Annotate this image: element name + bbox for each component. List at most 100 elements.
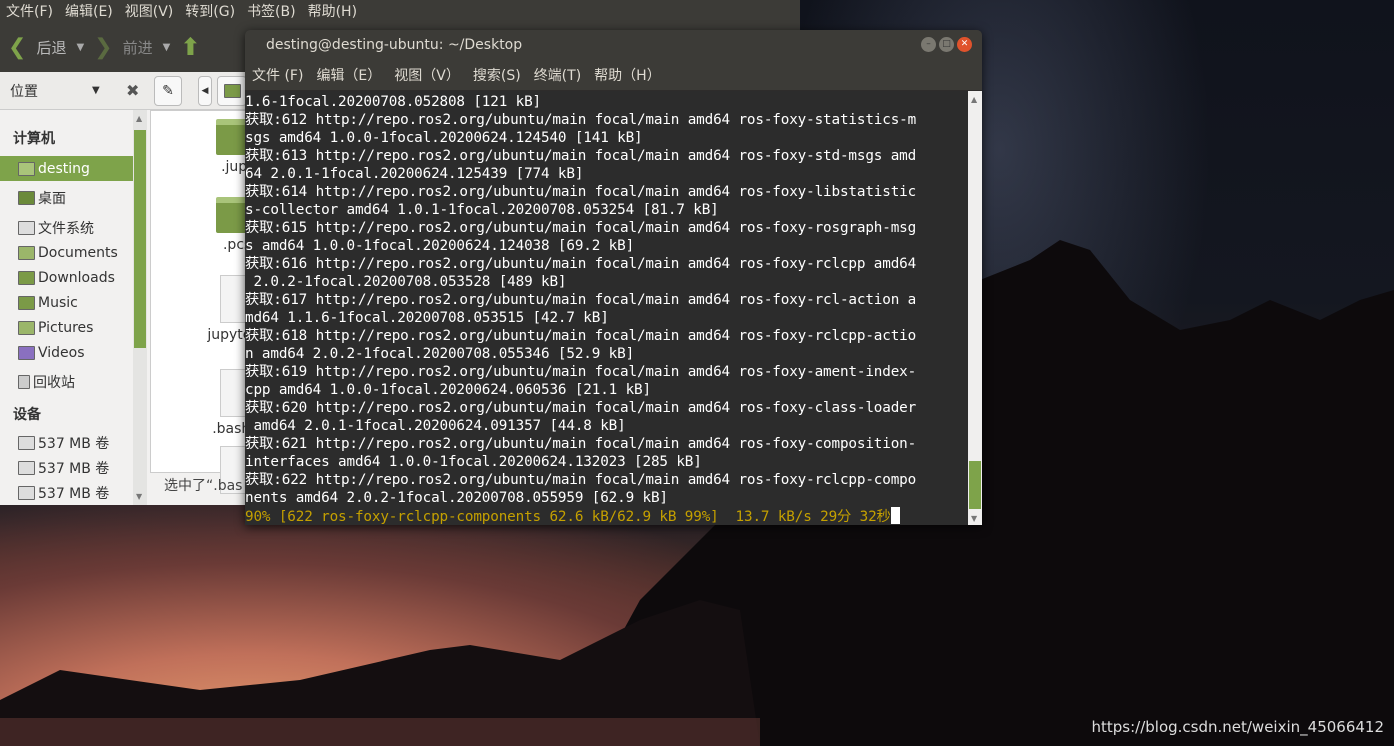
home-path-button[interactable] <box>217 75 247 106</box>
close-icon[interactable]: ✕ <box>957 37 972 52</box>
terminal-line: 获取:619 http://repo.ros2.org/ubuntu/main … <box>245 364 917 380</box>
terminal-line: n amd64 2.0.2-1focal.20200708.055346 [52… <box>245 346 635 362</box>
sidebar-device[interactable]: 537 MB 卷 <box>0 455 133 480</box>
terminal-output[interactable]: 1.6-1focal.20200708.052808 [121 kB] 获取:61… <box>245 91 968 525</box>
terminal-line: amd64 2.0.1-1focal.20200624.091357 [44.8… <box>245 418 626 434</box>
sidebar-item-documents[interactable]: Documents <box>0 240 133 265</box>
term-menu-view[interactable]: 视图（V） <box>394 65 460 85</box>
scroll-down-icon[interactable]: ▼ <box>971 514 977 523</box>
terminal-line: 获取:615 http://repo.ros2.org/ubuntu/main … <box>245 220 917 236</box>
scrollbar-thumb[interactable] <box>134 130 146 348</box>
places-label[interactable]: 位置 <box>10 81 92 101</box>
sidebar-item-label: 回收站 <box>33 374 75 391</box>
terminal-line: 获取:617 http://repo.ros2.org/ubuntu/main … <box>245 292 917 308</box>
terminal-line: 获取:618 http://repo.ros2.org/ubuntu/main … <box>245 328 917 344</box>
devices-header: 设备 <box>13 407 41 423</box>
terminal-line: s-collector amd64 1.0.1-1focal.20200708.… <box>245 202 719 218</box>
fm-menu-go[interactable]: 转到(G) <box>185 1 235 21</box>
terminal-line: interfaces amd64 1.0.0-1focal.20200624.1… <box>245 454 702 470</box>
fm-menubar: 文件(F) 编辑(E) 视图(V) 转到(G) 书签(B) 帮助(H) <box>0 0 800 22</box>
term-menu-search[interactable]: 搜索(S) <box>473 65 521 85</box>
sidebar-item-home[interactable]: desting <box>0 156 133 181</box>
music-folder-icon <box>18 295 35 310</box>
sidebar-scrollbar[interactable]: ▲ ▼ <box>133 110 147 505</box>
sidebar-item-filesystem[interactable]: 文件系统 <box>0 215 133 240</box>
sidebar-device[interactable]: 537 MB 卷 <box>0 430 133 455</box>
sidebar-item-label: desting <box>38 160 90 177</box>
terminal-line: 获取:616 http://repo.ros2.org/ubuntu/main … <box>245 256 917 272</box>
fm-menu-file[interactable]: 文件(F) <box>6 1 53 21</box>
terminal-line: 获取:612 http://repo.ros2.org/ubuntu/main … <box>245 112 917 128</box>
terminal-line: 1.6-1focal.20200708.052808 [121 kB] <box>245 94 542 110</box>
sidebar-item-label: Downloads <box>38 269 115 286</box>
sidebar-item-trash[interactable]: 回收站 <box>0 369 133 394</box>
scrollbar-thumb[interactable] <box>969 461 981 509</box>
progress-line: 90% [622 ros-foxy-rclcpp-components 62.6… <box>245 507 968 525</box>
terminal-scrollbar[interactable]: ▲ ▼ <box>968 91 982 525</box>
sidebar-item-label: 文件系统 <box>38 220 94 237</box>
terminal-line: 获取:614 http://repo.ros2.org/ubuntu/main … <box>245 184 917 200</box>
close-sidebar-icon[interactable]: ✖ <box>126 81 154 100</box>
sidebar: 计算机 desting 桌面 文件系统 Documents Downloads … <box>0 110 133 505</box>
term-menu-edit[interactable]: 编辑（E） <box>316 65 381 85</box>
minimize-icon[interactable]: – <box>921 37 936 52</box>
desktop-icon <box>18 190 35 205</box>
terminal-line: nents amd64 2.0.2-1focal.20200708.055959… <box>245 490 668 506</box>
drive-icon <box>18 460 35 475</box>
term-menu-terminal[interactable]: 终端(T) <box>534 65 581 85</box>
term-menu-help[interactable]: 帮助（H） <box>594 65 661 85</box>
pencil-icon: ✎ <box>162 82 174 99</box>
fm-menu-edit[interactable]: 编辑(E) <box>65 1 113 21</box>
terminal-cursor <box>890 507 900 524</box>
terminal-line: sgs amd64 1.0.0-1focal.20200624.124540 [… <box>245 130 643 146</box>
scroll-up-icon[interactable]: ▲ <box>136 114 142 123</box>
path-left-button[interactable]: ◀ <box>198 75 212 106</box>
edit-path-button[interactable]: ✎ <box>154 75 182 106</box>
terminal-line: 获取:613 http://repo.ros2.org/ubuntu/main … <box>245 148 917 164</box>
forward-arrow-icon[interactable]: ❯ <box>94 35 112 60</box>
trash-icon <box>18 374 30 389</box>
home-folder-icon <box>18 161 35 176</box>
sidebar-item-label: Pictures <box>38 319 94 336</box>
terminal-line: s amd64 1.0.0-1focal.20200624.124038 [69… <box>245 238 635 254</box>
videos-folder-icon <box>18 345 35 360</box>
back-button[interactable]: 后退 <box>36 37 66 58</box>
terminal-titlebar[interactable]: desting@desting-ubuntu: ~/Desktop – □ ✕ <box>245 30 982 60</box>
sidebar-device[interactable]: 537 MB 卷 <box>0 480 133 505</box>
back-dropdown-icon[interactable]: ▼ <box>76 42 84 53</box>
computer-header: 计算机 <box>13 131 55 147</box>
term-menu-file[interactable]: 文件 (F) <box>252 65 303 85</box>
window-title: desting@desting-ubuntu: ~/Desktop <box>266 37 523 53</box>
sidebar-item-label: 桌面 <box>38 190 66 207</box>
up-arrow-icon[interactable]: ⬆ <box>180 33 200 61</box>
device-label: 537 MB 卷 <box>38 460 110 477</box>
sidebar-item-pictures[interactable]: Pictures <box>0 315 133 340</box>
fm-menu-bookmarks[interactable]: 书签(B) <box>247 1 296 21</box>
terminal-line: 获取:620 http://repo.ros2.org/ubuntu/main … <box>245 400 917 416</box>
watermark: https://blog.csdn.net/weixin_45066412 <box>1091 718 1384 736</box>
sidebar-item-desktop[interactable]: 桌面 <box>0 185 133 210</box>
sidebar-item-music[interactable]: Music <box>0 290 133 315</box>
places-dropdown-icon[interactable]: ▼ <box>92 85 126 96</box>
terminal-window: desting@desting-ubuntu: ~/Desktop – □ ✕ … <box>245 30 982 525</box>
sidebar-item-downloads[interactable]: Downloads <box>0 265 133 290</box>
scroll-up-icon[interactable]: ▲ <box>971 95 977 104</box>
documents-folder-icon <box>18 245 35 260</box>
terminal-menubar: 文件 (F) 编辑（E） 视图（V） 搜索(S) 终端(T) 帮助（H） <box>245 60 982 90</box>
sidebar-item-label: Documents <box>38 244 118 261</box>
maximize-icon[interactable]: □ <box>939 37 954 52</box>
terminal-line: 2.0.2-1focal.20200708.053528 [489 kB] <box>245 274 567 290</box>
terminal-line: 获取:622 http://repo.ros2.org/ubuntu/main … <box>245 472 917 488</box>
back-arrow-icon[interactable]: ❮ <box>8 35 26 60</box>
fm-menu-view[interactable]: 视图(V) <box>125 1 174 21</box>
sidebar-item-videos[interactable]: Videos <box>0 340 133 365</box>
fm-menu-help[interactable]: 帮助(H) <box>308 1 357 21</box>
drive-icon <box>18 435 35 450</box>
terminal-line: md64 1.1.6-1focal.20200708.053515 [42.7 … <box>245 310 609 326</box>
status-bar: 选中了“.bas <box>164 478 243 494</box>
terminal-line: 64 2.0.1-1focal.20200624.125439 [774 kB] <box>245 166 584 182</box>
downloads-folder-icon <box>18 270 35 285</box>
forward-button[interactable]: 前进 <box>123 37 153 58</box>
scroll-down-icon[interactable]: ▼ <box>136 492 142 501</box>
forward-dropdown-icon[interactable]: ▼ <box>163 42 171 53</box>
